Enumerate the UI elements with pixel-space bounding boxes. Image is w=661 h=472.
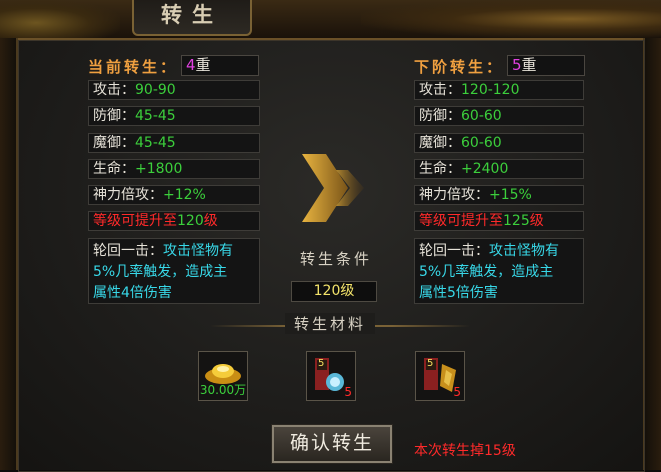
frame-border-right: [643, 38, 661, 470]
next-level-unit: 重: [521, 56, 537, 74]
book-badge: 5: [318, 358, 325, 369]
cap-suffix: 级: [203, 213, 218, 229]
next-level-cap: 等级可提升至125级: [414, 211, 584, 231]
level-drop-notice: 本次转生掉15级: [414, 443, 516, 459]
rebirth-window: 转生 当前转生： 4重 攻击：90-90 防御：45-45 魔御：45-45 生…: [0, 0, 661, 472]
double-chevron-arrow-icon: [302, 154, 364, 222]
next-level-box: 5重: [507, 55, 585, 76]
stat-value: 45-45: [135, 108, 176, 124]
next-skill-description: 轮回一击：攻击怪物有 5%几率触发，造成主 属性5倍伤害: [414, 238, 584, 304]
stat-value: 60-60: [461, 135, 502, 151]
stat-label: 防御：: [419, 108, 461, 124]
skill-line: 攻击怪物有: [163, 243, 233, 259]
dragon-ornament-right: [361, 0, 661, 38]
stat-value: 45-45: [135, 135, 176, 151]
next-stat-divine-multiplier: 神力倍攻：+15%: [414, 185, 584, 205]
current-skill-description: 轮回一击：攻击怪物有 5%几率触发，造成主 属性4倍伤害: [88, 238, 260, 304]
skill-line: 5%几率触发，造成主: [419, 264, 554, 280]
material-slot-scroll[interactable]: 5 5: [415, 351, 465, 401]
next-rebirth-header: 下阶转生：: [414, 58, 505, 76]
stat-value: +2400: [461, 161, 509, 177]
cap-value: 125: [503, 213, 530, 229]
next-stat-magic-defense: 魔御：60-60: [414, 133, 584, 153]
stat-value: 120-120: [461, 82, 520, 98]
skill-name: 轮回一击：: [93, 243, 163, 259]
material-slot-book[interactable]: 5 5: [306, 351, 356, 401]
stat-label: 神力倍攻：: [419, 187, 489, 203]
current-level-cap: 等级可提升至120级: [88, 211, 260, 231]
current-stat-divine-multiplier: 神力倍攻：+12%: [88, 185, 260, 205]
scroll-quantity: 5: [453, 385, 461, 399]
stat-value: 60-60: [461, 108, 502, 124]
skill-line: 攻击怪物有: [489, 243, 559, 259]
stat-label: 魔御：: [93, 135, 135, 151]
skill-line: 属性4倍伤害: [93, 285, 172, 301]
cap-prefix: 等级可提升至: [93, 213, 177, 229]
condition-value: 120级: [291, 281, 377, 302]
current-stat-defense: 防御：45-45: [88, 106, 260, 126]
stat-label: 神力倍攻：: [93, 187, 163, 203]
current-stat-hp: 生命：+1800: [88, 159, 260, 179]
stat-value: +1800: [135, 161, 183, 177]
cap-value: 120: [177, 213, 204, 229]
gold-amount: 30.00万: [199, 383, 247, 397]
next-stat-defense: 防御：60-60: [414, 106, 584, 126]
dragon-ornament-left: [0, 0, 120, 38]
skill-name: 轮回一击：: [419, 243, 489, 259]
next-stat-attack: 攻击：120-120: [414, 80, 584, 100]
confirm-rebirth-button[interactable]: 确认转生: [271, 424, 393, 464]
next-stat-hp: 生命：+2400: [414, 159, 584, 179]
skill-line: 5%几率触发，造成主: [93, 264, 228, 280]
cap-prefix: 等级可提升至: [419, 213, 503, 229]
material-slot-gold[interactable]: 30.00万: [198, 351, 248, 401]
stat-label: 生命：: [93, 161, 135, 177]
materials-label: 转生材料: [285, 313, 375, 334]
book-quantity: 5: [344, 385, 352, 399]
current-level-box: 4重: [181, 55, 259, 76]
stat-value: +12%: [163, 187, 206, 203]
stat-label: 生命：: [419, 161, 461, 177]
current-stat-magic-defense: 魔御：45-45: [88, 133, 260, 153]
stat-label: 攻击：: [419, 82, 461, 98]
stat-value: +15%: [489, 187, 532, 203]
skill-line: 属性5倍伤害: [419, 285, 498, 301]
stat-label: 魔御：: [419, 135, 461, 151]
condition-label: 转生条件: [299, 250, 372, 268]
cap-suffix: 级: [529, 213, 544, 229]
current-level-unit: 重: [195, 56, 211, 74]
stat-value: 90-90: [135, 82, 176, 98]
stat-label: 防御：: [93, 108, 135, 124]
frame-border-left: [0, 38, 18, 470]
next-level-num: 5: [512, 56, 522, 74]
window-header-bar: [0, 0, 661, 40]
current-rebirth-header: 当前转生：: [88, 58, 179, 76]
scroll-badge: 5: [427, 358, 434, 369]
stat-label: 攻击：: [93, 82, 135, 98]
current-stat-attack: 攻击：90-90: [88, 80, 260, 100]
current-level-num: 4: [186, 56, 196, 74]
window-title: 转生: [132, 0, 252, 36]
